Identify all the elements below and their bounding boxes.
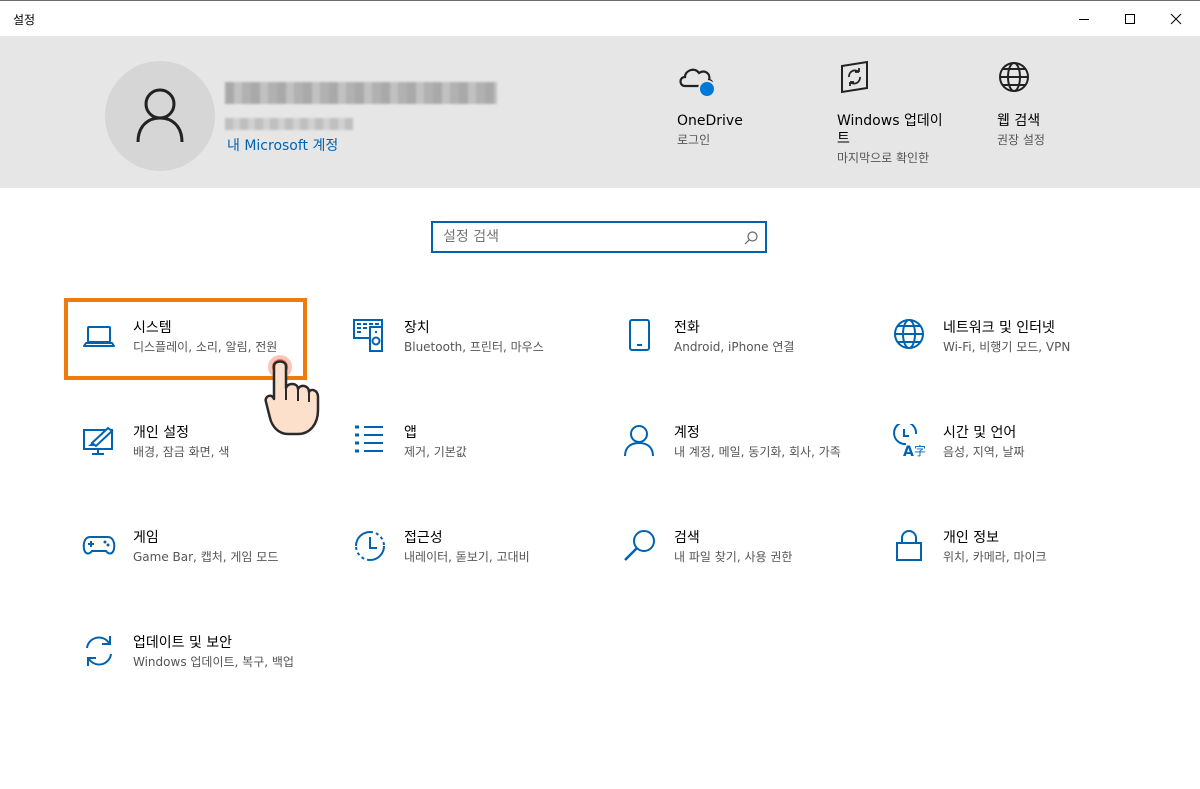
category-name: 전화 xyxy=(674,320,700,336)
category-name: 네트워크 및 인터넷 xyxy=(943,320,1055,336)
account-header: 내 Microsoft 계정 OneDrive 로그인 Windows 업데이트… xyxy=(0,36,1200,188)
category-description: 음성, 지역, 날짜 xyxy=(943,445,1025,459)
pointing-hand-icon xyxy=(264,355,320,436)
category-description: 제거, 기본값 xyxy=(404,445,467,459)
category-network[interactable]: 네트워크 및 인터넷 Wi-Fi, 비행기 모드, VPN xyxy=(892,319,1142,389)
category-description: Bluetooth, 프린터, 마우스 xyxy=(404,340,544,354)
category-description: 내 파일 찾기, 사용 권한 xyxy=(674,550,793,564)
globe-icon xyxy=(894,319,924,349)
windows-update-label: Windows 업데이트 xyxy=(837,113,943,147)
category-name: 앱 xyxy=(404,425,417,441)
svg-text:A: A xyxy=(903,444,914,458)
category-update-security[interactable]: 업데이트 및 보안 Windows 업데이트, 복구, 백업 xyxy=(82,634,332,704)
category-description: Wi-Fi, 비행기 모드, VPN xyxy=(943,340,1071,354)
category-apps[interactable]: 앱 제거, 기본값 xyxy=(353,424,603,494)
avatar[interactable] xyxy=(105,61,215,171)
minimize-button[interactable] xyxy=(1061,1,1107,37)
category-accounts[interactable]: 계정 내 계정, 메일, 동기화, 회사, 가족 xyxy=(623,424,873,494)
category-accessibility[interactable]: 접근성 내레이터, 돋보기, 고대비 xyxy=(353,529,603,599)
category-description: Game Bar, 캡처, 게임 모드 xyxy=(133,550,279,564)
category-name: 업데이트 및 보안 xyxy=(133,635,233,651)
category-name: 시간 및 언어 xyxy=(943,425,1017,441)
windows-update-icon xyxy=(841,60,868,94)
web-search-label: 웹 검색 xyxy=(997,113,1041,129)
person-icon xyxy=(624,425,654,457)
category-search[interactable]: 검색 내 파일 찾기, 사용 권한 xyxy=(623,529,873,599)
gamepad-icon xyxy=(82,536,116,555)
title-bar: 설정 xyxy=(0,0,1200,36)
onedrive-status: 로그인 xyxy=(677,133,711,147)
category-description: 내 계정, 메일, 동기화, 회사, 가족 xyxy=(674,445,841,459)
redacted-user-name xyxy=(225,82,497,104)
apps-list-icon xyxy=(355,425,383,453)
web-search-status: 권장 설정 xyxy=(997,133,1045,147)
magnifier-icon xyxy=(624,530,655,561)
category-name: 개인 정보 xyxy=(943,530,999,546)
globe-icon xyxy=(999,62,1029,92)
microsoft-account-link[interactable]: 내 Microsoft 계정 xyxy=(227,135,338,155)
category-description: 위치, 카메라, 마이크 xyxy=(943,550,1047,564)
web-search-item[interactable]: 웹 검색 권장 설정 xyxy=(997,60,1045,149)
category-privacy[interactable]: 개인 정보 위치, 카메라, 마이크 xyxy=(892,529,1142,599)
maximize-button[interactable] xyxy=(1107,1,1153,37)
category-name: 접근성 xyxy=(404,530,443,546)
phone-icon xyxy=(629,319,650,351)
category-name: 게임 xyxy=(133,530,159,546)
minimize-icon xyxy=(1079,19,1089,20)
windows-update-item[interactable]: Windows 업데이트 마지막으로 확인한 xyxy=(837,60,952,167)
close-icon xyxy=(1170,13,1182,25)
accessibility-icon xyxy=(355,531,385,561)
category-gaming[interactable]: 게임 Game Bar, 캡처, 게임 모드 xyxy=(82,529,332,599)
search-icon[interactable] xyxy=(743,230,759,246)
close-button[interactable] xyxy=(1153,1,1199,37)
settings-search-box[interactable] xyxy=(431,221,767,253)
personalization-icon xyxy=(83,426,114,455)
lock-icon xyxy=(896,530,922,561)
svg-text:字: 字 xyxy=(914,443,926,458)
category-name: 계정 xyxy=(674,425,700,441)
onedrive-label: OneDrive xyxy=(677,113,743,129)
category-devices[interactable]: 장치 Bluetooth, 프린터, 마우스 xyxy=(353,319,603,389)
redacted-user-email xyxy=(225,118,353,130)
category-description: 배경, 잠금 화면, 색 xyxy=(133,445,230,459)
category-phone[interactable]: 전화 Android, iPhone 연결 xyxy=(623,319,873,389)
person-icon xyxy=(136,88,184,143)
category-description: Android, iPhone 연결 xyxy=(674,340,795,354)
category-time-language[interactable]: A 字 시간 및 언어 음성, 지역, 날짜 xyxy=(892,424,1142,494)
category-name: 검색 xyxy=(674,530,700,546)
category-description: Windows 업데이트, 복구, 백업 xyxy=(133,655,294,669)
update-icon xyxy=(86,636,112,666)
category-name: 장치 xyxy=(404,320,430,336)
category-description: 내레이터, 돋보기, 고대비 xyxy=(404,550,530,564)
category-name: 개인 설정 xyxy=(133,425,189,441)
time-language-icon: A 字 xyxy=(893,424,926,458)
maximize-icon xyxy=(1125,14,1135,24)
window-title: 설정 xyxy=(13,13,36,27)
onedrive-cloud-icon xyxy=(679,68,716,98)
onedrive-item[interactable]: OneDrive 로그인 xyxy=(677,60,743,149)
devices-icon xyxy=(353,319,383,352)
windows-update-status: 마지막으로 확인한 xyxy=(837,151,930,165)
settings-search-input[interactable] xyxy=(433,223,729,251)
